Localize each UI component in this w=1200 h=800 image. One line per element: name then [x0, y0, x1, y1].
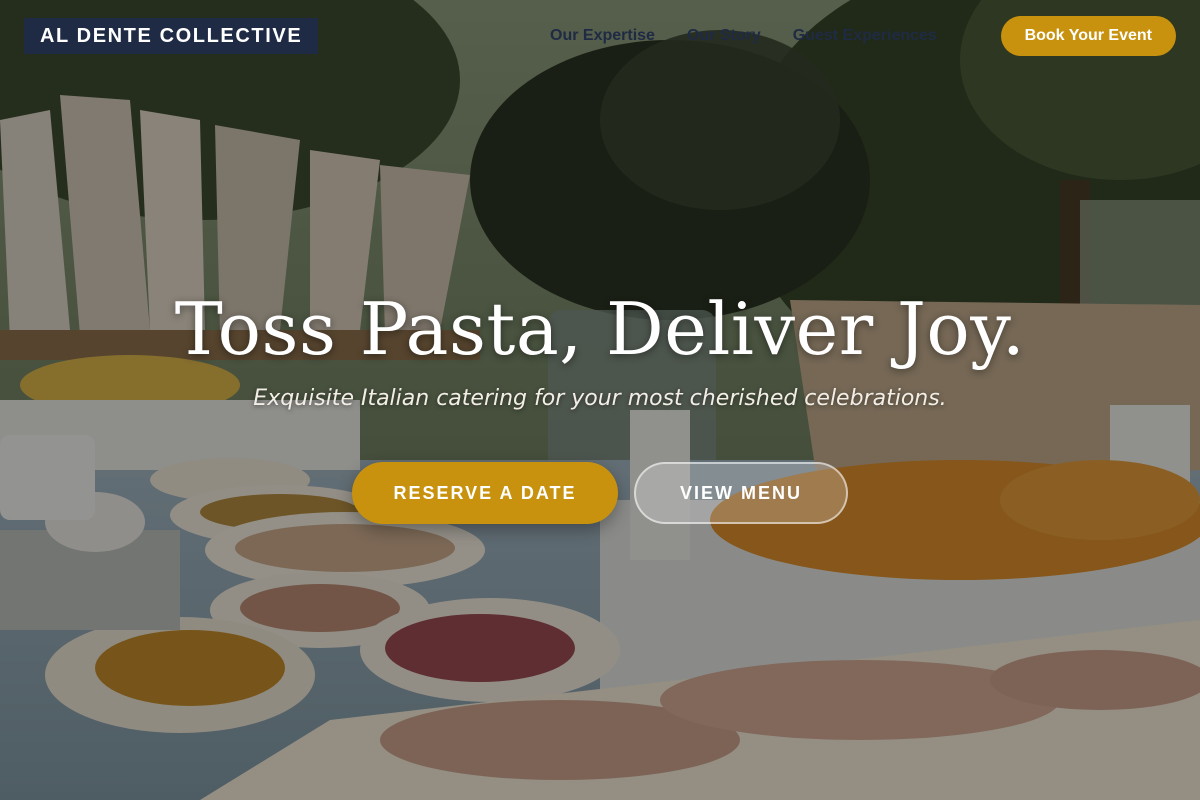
hero-actions: RESERVE A DATE VIEW MENU	[0, 462, 1200, 524]
hero-section: Toss Pasta, Deliver Joy. Exquisite Itali…	[0, 286, 1200, 524]
nav-link-our-story[interactable]: Our Story	[671, 27, 777, 45]
view-menu-button[interactable]: VIEW MENU	[634, 462, 848, 524]
site-header: AL DENTE COLLECTIVE Our Expertise Our St…	[0, 0, 1200, 72]
nav-link-guest-experiences[interactable]: Guest Experiences	[777, 27, 953, 45]
main-nav: Our Expertise Our Story Guest Experience…	[534, 0, 953, 72]
reserve-date-button[interactable]: RESERVE A DATE	[352, 462, 618, 524]
book-event-button[interactable]: Book Your Event	[1000, 16, 1176, 56]
nav-link-our-expertise[interactable]: Our Expertise	[534, 27, 671, 45]
brand-logo[interactable]: AL DENTE COLLECTIVE	[24, 18, 319, 54]
hero-subtitle: Exquisite Italian catering for your most…	[253, 386, 947, 411]
hero-title: Toss Pasta, Deliver Joy.	[174, 287, 1026, 371]
